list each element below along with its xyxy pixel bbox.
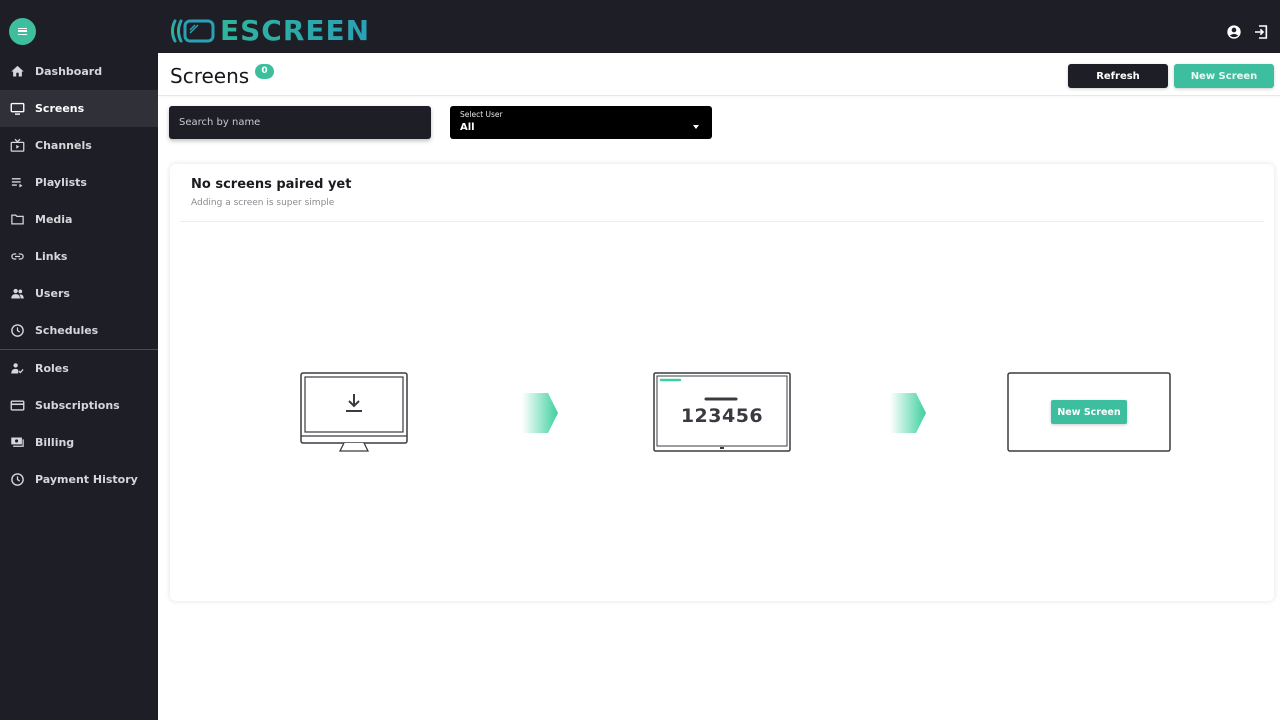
sidebar-item-label: Users — [35, 287, 70, 300]
clock-icon — [10, 323, 25, 338]
logo-screens-icon — [171, 19, 215, 43]
card-icon — [10, 398, 25, 413]
sidebar-item-label: Schedules — [35, 324, 99, 337]
folder-icon — [10, 212, 25, 227]
select-user-dropdown[interactable]: Select User All — [450, 106, 712, 139]
sidebar-item-screens[interactable]: Screens — [0, 90, 158, 127]
sidebar-item-label: Dashboard — [35, 65, 103, 78]
logout-button[interactable] — [1253, 24, 1269, 40]
sidebar-item-dashboard[interactable]: Dashboard — [0, 53, 158, 90]
home-icon — [10, 64, 25, 79]
sidebar-item-label: Playlists — [35, 176, 87, 189]
bills-icon — [10, 435, 25, 450]
tv-play-icon — [10, 138, 25, 153]
app-logo[interactable]: ESCREEN — [168, 17, 370, 45]
sidebar-item-payment-history[interactable]: Payment History — [0, 461, 158, 498]
empty-state-card: No screens paired yet Adding a screen is… — [170, 164, 1274, 601]
sidebar-item-label: Roles — [35, 362, 69, 375]
page-header: Screens 0 Refresh New Screen — [158, 53, 1280, 96]
account-circle-icon — [1227, 25, 1241, 39]
sidebar-item-label: Channels — [35, 139, 92, 152]
logout-icon — [1255, 25, 1268, 39]
sidebar-item-media[interactable]: Media — [0, 201, 158, 238]
sidebar-item-channels[interactable]: Channels — [0, 127, 158, 164]
new-screen-button[interactable]: New Screen — [1174, 64, 1274, 88]
sidebar-item-billing[interactable]: Billing — [0, 424, 158, 461]
main-content: Screens 0 Refresh New Screen Search by n… — [158, 53, 1280, 720]
sidebar-item-links[interactable]: Links — [0, 238, 158, 275]
user-check-icon — [10, 361, 25, 376]
users-icon — [10, 286, 25, 301]
empty-state-title: No screens paired yet — [191, 177, 352, 192]
link-icon — [10, 249, 25, 264]
sidebar-item-roles[interactable]: Roles — [0, 350, 158, 387]
card-divider — [180, 221, 1264, 222]
sidebar-item-label: Billing — [35, 436, 75, 449]
page-title: Screens — [170, 64, 250, 88]
top-bar: ESCREEN — [0, 0, 1280, 53]
sidebar-item-label: Subscriptions — [35, 399, 120, 412]
logo-text: ESCREEN — [220, 14, 371, 47]
empty-state-subtitle: Adding a screen is super simple — [191, 198, 335, 208]
sidebar-item-schedules[interactable]: Schedules — [0, 312, 158, 349]
monitor-icon — [10, 101, 25, 116]
sidebar: Dashboard Screens Channels Playlists Med… — [0, 53, 158, 720]
sidebar-item-label: Links — [35, 250, 68, 263]
arrow-right-icon — [522, 393, 558, 433]
menu-toggle-button[interactable] — [9, 18, 36, 45]
clock-icon — [10, 472, 25, 487]
refresh-button[interactable]: Refresh — [1068, 64, 1168, 88]
pairing-code: 123456 — [680, 405, 764, 427]
sidebar-item-label: Payment History — [35, 473, 138, 486]
monitor-download-icon — [300, 372, 408, 452]
step-new-screen-illustration: New Screen — [1007, 372, 1171, 452]
caret-down-icon — [693, 125, 699, 129]
sidebar-item-playlists[interactable]: Playlists — [0, 164, 158, 201]
sidebar-item-subscriptions[interactable]: Subscriptions — [0, 387, 158, 424]
select-user-value: All — [460, 122, 475, 133]
playlist-icon — [10, 175, 25, 190]
sidebar-item-label: Media — [35, 213, 73, 226]
select-user-label: Select User — [460, 110, 503, 119]
hamburger-icon — [18, 28, 27, 35]
screen-count-badge: 0 — [255, 64, 274, 79]
search-input[interactable]: Search by name — [169, 106, 431, 139]
account-button[interactable] — [1226, 24, 1242, 40]
sidebar-item-label: Screens — [35, 102, 85, 115]
step-download-illustration — [300, 372, 410, 454]
sidebar-item-users[interactable]: Users — [0, 275, 158, 312]
illustration-new-screen-button[interactable]: New Screen — [1051, 400, 1127, 424]
arrow-right-icon — [890, 393, 926, 433]
